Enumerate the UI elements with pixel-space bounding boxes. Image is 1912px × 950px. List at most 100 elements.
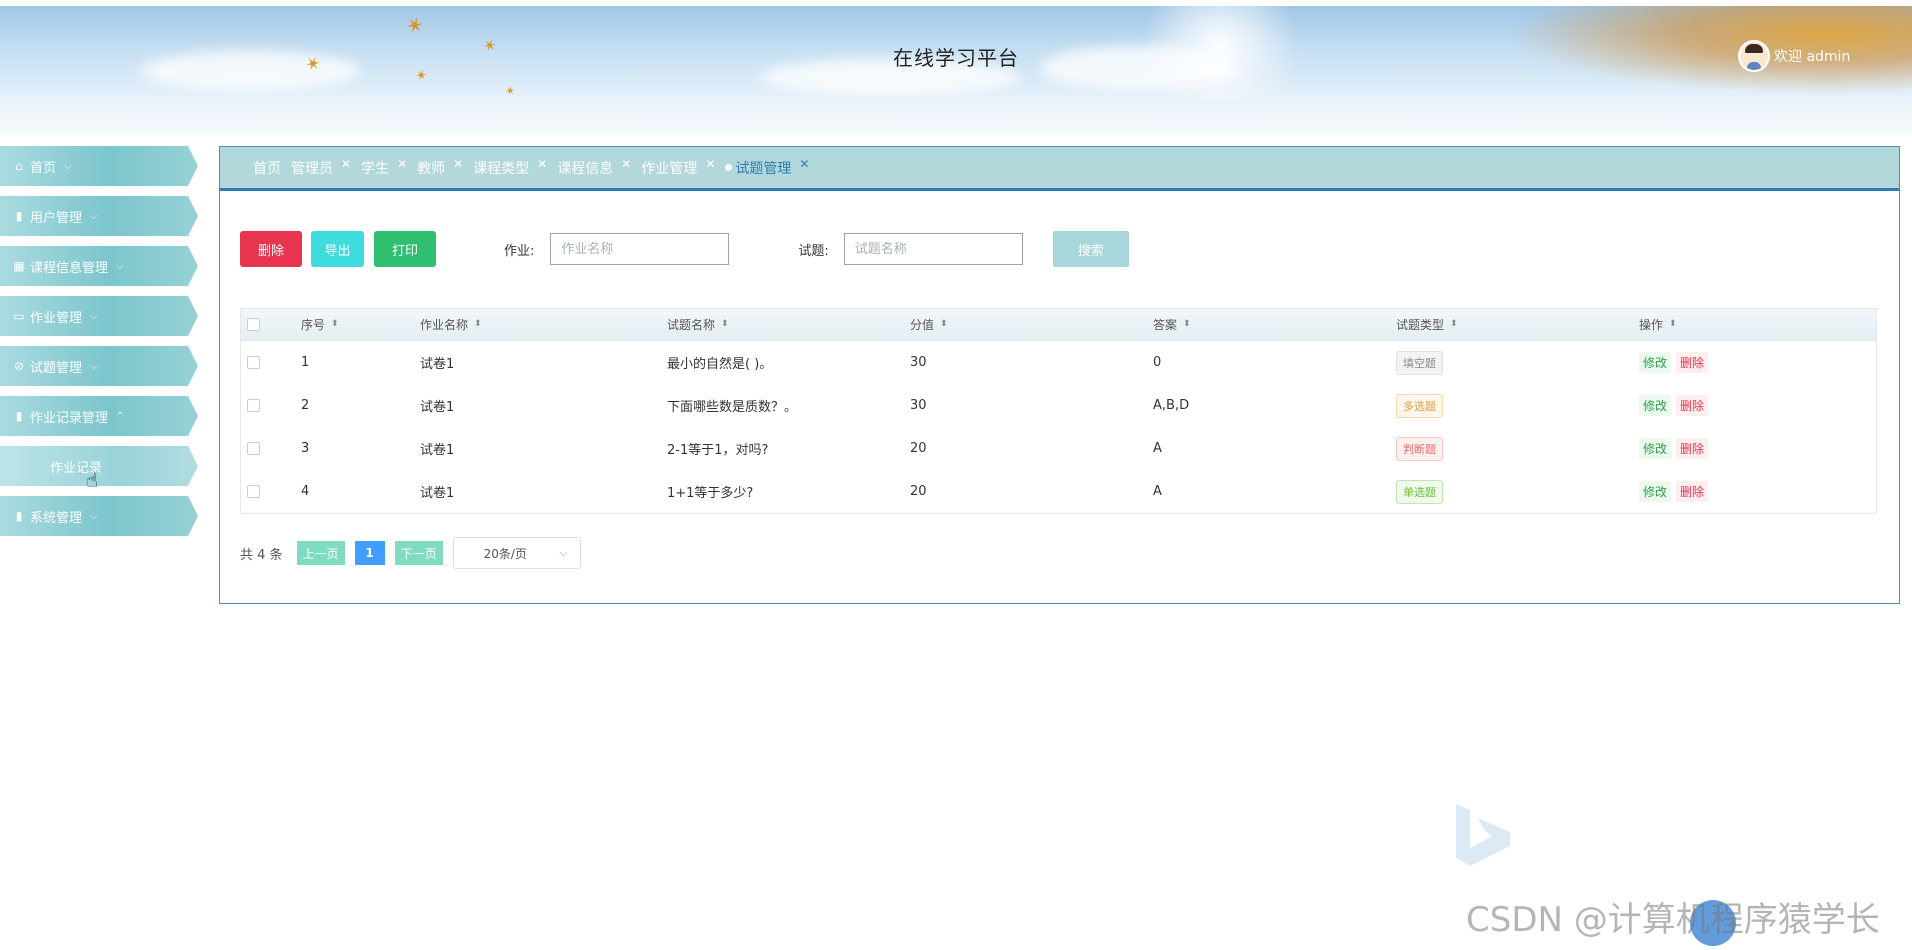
sort-icon[interactable]: ⬍ xyxy=(331,320,339,329)
tab-home[interactable]: 首页 xyxy=(253,158,281,178)
tab-question-management[interactable]: 试题管理 ✕ xyxy=(725,157,809,178)
column-header[interactable]: 试题名称 ⬍ xyxy=(667,316,910,333)
row-select-cell xyxy=(241,485,301,498)
sidebar-item-label: 作业管理 xyxy=(30,310,83,326)
column-header[interactable]: 操作 ⬍ xyxy=(1639,316,1878,333)
homework-search-input[interactable] xyxy=(550,233,730,265)
cell-answer: A xyxy=(1153,484,1162,499)
table-row[interactable]: 1 试卷1 最小的自然是( )。 30 0 填空题 修改 删除 xyxy=(241,341,1876,384)
sort-icon[interactable]: ⬍ xyxy=(1669,320,1677,329)
pagination: 共 4 条 上一页 1 下一页 20条/页 ⌵ xyxy=(240,537,581,569)
row-checkbox[interactable] xyxy=(247,485,260,498)
tab-label: 首页 xyxy=(253,160,281,177)
cell-score: 30 xyxy=(910,398,927,413)
print-button[interactable]: 打印 xyxy=(374,231,436,267)
table-row[interactable]: 3 试卷1 2-1等于1，对吗? 20 A 判断题 修改 删除 xyxy=(241,427,1876,470)
sidebar-item-home[interactable]: ⌂ 首页 ⌵ xyxy=(0,146,198,186)
edit-button[interactable]: 修改 xyxy=(1639,352,1672,373)
user-info[interactable]: 欢迎 admin xyxy=(1738,40,1850,72)
row-checkbox[interactable] xyxy=(247,442,260,455)
close-icon[interactable]: ✕ xyxy=(341,157,351,171)
column-header[interactable]: 分值 ⬍ xyxy=(910,316,1153,333)
row-checkbox[interactable] xyxy=(247,356,260,369)
sidebar-item-homework-records[interactable]: ▮ 作业记录管理 ⌃ xyxy=(0,396,198,436)
column-header[interactable]: 序号 ⬍ xyxy=(301,316,420,333)
column-header[interactable]: 答案 ⬍ xyxy=(1153,316,1396,333)
row-delete-button[interactable]: 删除 xyxy=(1676,395,1709,416)
leaf-icon: ✶ xyxy=(401,11,428,42)
edit-button[interactable]: 修改 xyxy=(1639,438,1672,459)
sort-icon[interactable]: ⬍ xyxy=(474,320,482,329)
select-all-cell xyxy=(241,318,301,331)
cell-type: 填空题 xyxy=(1396,350,1639,375)
page-number-button[interactable]: 1 xyxy=(354,541,385,565)
cell-actions: 修改 删除 xyxy=(1639,481,1878,502)
sidebar-item-user-management[interactable]: ▮ 用户管理 ⌵ xyxy=(0,196,198,236)
row-select-cell xyxy=(241,442,301,455)
sidebar-item-course-info[interactable]: ▦ 课程信息管理 ⌵ xyxy=(0,246,198,286)
cell-question: 最小的自然是( )。 xyxy=(667,357,773,372)
cell-seq: 1 xyxy=(301,355,310,370)
home-icon: ⌂ xyxy=(15,159,23,173)
column-header[interactable]: 作业名称 ⬍ xyxy=(420,316,667,333)
sidebar-item-system[interactable]: ▮ 系统管理 ⌵ xyxy=(0,496,198,536)
question-search-input[interactable] xyxy=(843,233,1023,265)
tab-label: 学生 xyxy=(361,160,390,177)
select-all-checkbox[interactable] xyxy=(247,318,260,331)
row-delete-button[interactable]: 删除 xyxy=(1676,352,1709,373)
close-icon[interactable]: ✕ xyxy=(537,157,547,171)
type-badge: 填空题 xyxy=(1396,350,1443,375)
table-header: 序号 ⬍ 作业名称 ⬍ 试题名称 ⬍ 分值 ⬍ 答案 ⬍ 试题类型 ⬍ 操作 ⬍ xyxy=(241,309,1876,341)
page-size-select[interactable]: 20条/页 ⌵ xyxy=(452,537,581,569)
tab-course-type[interactable]: 课程类型 ✕ xyxy=(473,157,547,178)
sort-icon[interactable]: ⬍ xyxy=(721,320,729,329)
sort-icon[interactable]: ⬍ xyxy=(1450,320,1458,329)
column-header[interactable]: 试题类型 ⬍ xyxy=(1396,316,1639,333)
tab-homework-management[interactable]: 作业管理 ✕ xyxy=(641,157,715,178)
tab-teacher[interactable]: 教师 ✕ xyxy=(417,157,463,178)
close-icon[interactable]: ✕ xyxy=(397,157,407,171)
row-delete-button[interactable]: 删除 xyxy=(1676,481,1709,502)
export-button[interactable]: 导出 xyxy=(311,231,364,267)
close-icon[interactable]: ✕ xyxy=(453,157,463,171)
row-checkbox[interactable] xyxy=(247,399,260,412)
tab-student[interactable]: 学生 ✕ xyxy=(361,157,407,178)
cell-actions: 修改 删除 xyxy=(1639,352,1878,373)
search-button[interactable]: 搜索 xyxy=(1052,231,1129,267)
toolbar: 删除 导出 打印 作业: 试题: 搜索 xyxy=(240,231,1129,267)
avatar[interactable] xyxy=(1738,40,1770,72)
header-banner: ✶ ✶ ✶ ✶ ✶ 在线学习平台 欢迎 admin xyxy=(0,6,1912,99)
sort-icon[interactable]: ⬍ xyxy=(1183,320,1191,329)
cell-homework: 试卷1 xyxy=(420,357,455,372)
sidebar-item-questions[interactable]: ⊘ 试题管理 ⌵ xyxy=(0,346,198,386)
chevron-down-icon: ⌵ xyxy=(90,360,98,372)
tab-admin[interactable]: 管理员 ✕ xyxy=(291,157,351,178)
close-icon[interactable]: ✕ xyxy=(799,157,809,171)
question-icon: ⊘ xyxy=(13,359,25,373)
tab-course-info[interactable]: 课程信息 ✕ xyxy=(557,157,631,178)
sort-icon[interactable]: ⬍ xyxy=(940,320,948,329)
next-page-button[interactable]: 下一页 xyxy=(394,541,443,565)
sidebar-item-label: 试题管理 xyxy=(30,360,83,376)
table-row[interactable]: 2 试卷1 下面哪些数是质数？。 30 A,B,D 多选题 修改 删除 xyxy=(241,384,1876,427)
chevron-down-icon: ⌵ xyxy=(90,510,98,522)
close-icon[interactable]: ✕ xyxy=(705,157,715,171)
close-icon[interactable]: ✕ xyxy=(621,157,631,171)
column-label: 序号 xyxy=(301,318,326,332)
table-row[interactable]: 4 试卷1 1+1等于多少? 20 A 单选题 修改 删除 xyxy=(241,470,1876,513)
tab-label: 管理员 xyxy=(291,160,333,177)
sidebar-item-homework[interactable]: ▭ 作业管理 ⌵ xyxy=(0,296,198,336)
delete-button[interactable]: 删除 xyxy=(240,231,302,267)
edit-button[interactable]: 修改 xyxy=(1639,481,1672,502)
edit-button[interactable]: 修改 xyxy=(1639,395,1672,416)
column-label: 操作 xyxy=(1639,318,1664,332)
cell-actions: 修改 删除 xyxy=(1639,395,1878,416)
prev-page-button[interactable]: 上一页 xyxy=(296,541,345,565)
cell-homework: 试卷1 xyxy=(420,443,455,458)
sidebar-subitem-homework-record[interactable]: 作业记录 xyxy=(0,446,198,486)
leaf-icon: ✶ xyxy=(502,82,518,99)
row-delete-button[interactable]: 删除 xyxy=(1676,438,1709,459)
tab-label: 作业管理 xyxy=(641,160,698,177)
sidebar-item-label: 用户管理 xyxy=(30,210,83,226)
column-label: 试题类型 xyxy=(1396,318,1445,332)
